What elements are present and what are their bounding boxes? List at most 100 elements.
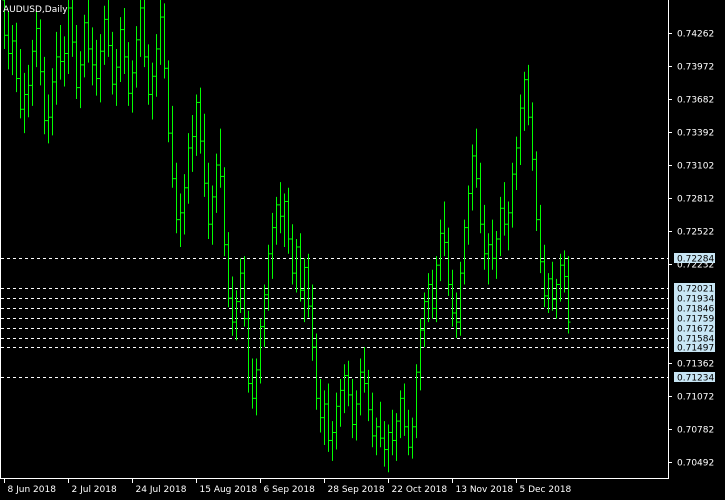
ohlc-bar (382, 421, 387, 467)
ohlc-bar (558, 253, 563, 302)
ohlc-bar (138, 0, 143, 57)
ohlc-bar (202, 113, 207, 197)
ohlc-bar (462, 219, 467, 285)
price-tag: 0.71672 (674, 323, 715, 335)
ohlc-bar (134, 26, 139, 88)
ohlc-bar (346, 360, 351, 407)
ohlc-bar (326, 383, 331, 452)
ohlc-bar (106, 0, 111, 57)
ohlc-bar (298, 233, 303, 302)
ohlc-bar (506, 201, 511, 251)
y-tick-label: 0.74262 (677, 30, 714, 40)
x-tick-label: 15 Aug 2018 (200, 485, 258, 495)
ohlc-bar (482, 204, 487, 270)
ohlc-bar (130, 60, 135, 113)
ohlc-bar (26, 64, 31, 118)
ohlc-bar (58, 25, 63, 80)
y-tick-label: 0.71072 (677, 393, 714, 403)
ohlc-bar (150, 62, 155, 120)
ohlc-bar (254, 358, 259, 416)
ohlc-bar (90, 27, 95, 86)
ohlc-bar (286, 187, 291, 254)
x-tick-label: 2 Jul 2018 (72, 485, 117, 495)
ohlc-bar (438, 219, 443, 282)
ohlc-bar (82, 14, 87, 78)
x-tick-label: 5 Dec 2018 (520, 485, 572, 495)
ohlc-bar (434, 256, 439, 323)
ohlc-bar (222, 167, 227, 257)
ohlc-bar (418, 318, 423, 391)
ohlc-bar (218, 128, 223, 188)
ohlc-bar (550, 261, 555, 311)
ohlc-bar (394, 413, 399, 461)
ohlc-bar (466, 185, 471, 245)
ohlc-bar (34, 11, 39, 68)
ohlc-bar (158, 0, 163, 65)
ohlc-bar (306, 253, 311, 318)
x-axis: 8 Jun 2018 2 Jul 2018 24 Jul 2018 15 Aug 20… (4, 478, 572, 495)
ohlc-bar (86, 0, 91, 63)
ohlc-bar (314, 333, 319, 410)
ohlc-bar (538, 204, 543, 274)
y-tick-label: 0.70492 (677, 459, 714, 469)
ohlc-bar (162, 3, 167, 79)
price-tag-label: 0.72284 (677, 255, 714, 265)
ohlc-bar (206, 162, 211, 239)
ohlc-bar (358, 358, 363, 416)
ohlc-bar (266, 244, 271, 311)
ohlc-bar (102, 5, 107, 65)
chart-title: AUDUSD,Daily (3, 5, 68, 15)
y-axis: 0.74262 0.73972 0.73682 0.73392 0.73102 0.728… (668, 30, 714, 469)
ohlc-bar (186, 133, 191, 204)
ohlc-bar (22, 72, 27, 134)
ohlc-bar (534, 151, 539, 232)
ohlc-bar (478, 162, 483, 234)
ohlc-bar (118, 17, 123, 82)
ohlc-bar (270, 212, 275, 279)
y-tick-label: 0.73392 (677, 129, 714, 139)
price-tag: 0.72284 (674, 253, 715, 265)
ohlc-bar (154, 34, 159, 97)
y-tick-label: 0.73972 (677, 63, 714, 73)
ohlc-bar (170, 105, 175, 188)
ohlc-bar (310, 284, 315, 361)
y-tick-label: 0.72522 (677, 228, 714, 238)
price-tag: 0.71759 (674, 313, 715, 325)
ohlc-bar (542, 244, 547, 308)
ohlc-bar (214, 153, 219, 213)
ohlc-bar (330, 421, 335, 461)
ohlc-bar (78, 51, 83, 109)
ohlc-bar (322, 390, 327, 445)
ohlc-bar (62, 36, 67, 87)
ohlc-bar (226, 232, 231, 308)
x-tick-label: 6 Sep 2018 (264, 485, 316, 495)
x-tick-label: 8 Jun 2018 (8, 485, 57, 495)
x-tick-label: 24 Jul 2018 (136, 485, 187, 495)
ohlc-bar (178, 193, 183, 247)
ohlc-bar (354, 390, 359, 441)
ohlc-bars (2, 0, 571, 473)
ohlc-bar (190, 114, 195, 172)
ohlc-bar (98, 34, 103, 103)
price-tag: 0.71934 (674, 293, 715, 305)
ohlc-bar (374, 417, 379, 456)
x-tick-label: 28 Sep 2018 (328, 485, 385, 495)
ohlc-bar (378, 401, 383, 448)
ohlc-bar (318, 378, 323, 433)
ohlc-bar (546, 273, 551, 313)
ohlc-bar (182, 174, 187, 235)
ohlc-bar (406, 409, 411, 456)
price-tag: 0.72021 (674, 283, 715, 295)
x-tick-label: 13 Nov 2018 (456, 485, 514, 495)
ohlc-bar (522, 71, 527, 131)
ohlc-bar (470, 144, 475, 211)
price-tag: 0.71846 (674, 303, 715, 315)
ohlc-bar (10, 25, 15, 76)
ohlc-bar (42, 56, 47, 135)
ohlc-bar (414, 364, 419, 439)
ohlc-bar (290, 224, 295, 285)
ohlc-bar (370, 392, 375, 448)
ohlc-bar (238, 258, 243, 313)
y-tick-label: 0.73682 (677, 96, 714, 106)
ohlc-bar (494, 231, 499, 279)
